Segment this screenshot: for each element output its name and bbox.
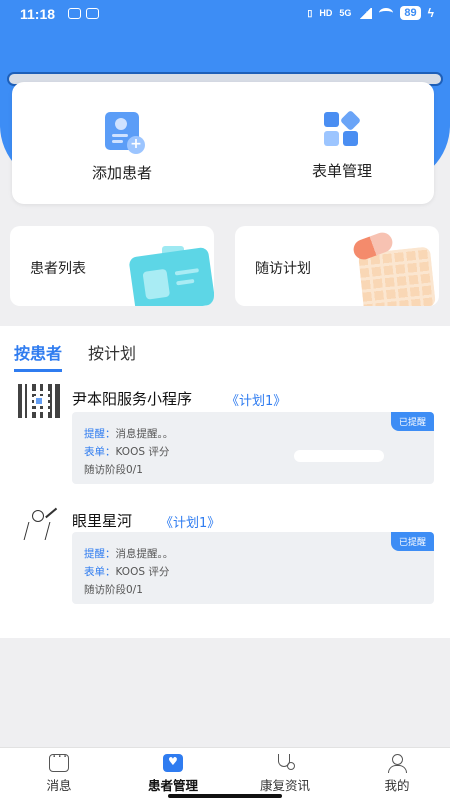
- form-key: 表单：: [84, 566, 116, 578]
- patient-name: 尹本阳服务小程序: [72, 390, 193, 408]
- message-icon: [49, 749, 69, 772]
- nav-messages-label: 消息: [46, 778, 72, 793]
- status-time: 11:18: [20, 6, 56, 22]
- bottom-nav: 消息 患者管理 康复资讯 我的: [0, 747, 450, 800]
- reminder-key: 提醒：: [84, 428, 116, 440]
- patient-plan-link[interactable]: 《计划1》: [160, 512, 220, 531]
- tab-by-patient[interactable]: 按患者: [14, 340, 63, 372]
- nav-rehab-news[interactable]: 康复资讯: [240, 754, 330, 794]
- form-key: 表单：: [84, 446, 116, 458]
- patient-list-panel: 按患者 按计划 尹本阳服务小程序 《计划1》 已提醒 提醒：消息提醒。。 表单：…: [0, 326, 450, 638]
- followup-plan-card[interactable]: 随访计划: [235, 226, 439, 306]
- battery-icon: 89: [400, 6, 421, 20]
- patient-name: 眼里星河: [72, 512, 133, 530]
- stage-row: 随访阶段0/1: [84, 464, 143, 476]
- stethoscope-icon: [275, 754, 295, 772]
- patient-list-label: 患者列表: [30, 261, 86, 277]
- patient-list-card[interactable]: 患者列表: [10, 226, 214, 306]
- status-badge: 已提醒: [390, 532, 434, 551]
- signal-icon: [358, 7, 373, 19]
- network-label: 5G: [339, 8, 352, 18]
- nav-messages[interactable]: 消息: [14, 749, 104, 794]
- nav-patient-manage[interactable]: 患者管理: [128, 754, 218, 794]
- qr-code-icon: [18, 384, 60, 418]
- reminder-value: 消息提醒。。: [115, 428, 174, 440]
- reminder-row: 提醒：消息提醒。。: [84, 426, 173, 441]
- stage-row: 随访阶段0/1: [84, 584, 143, 596]
- app-icon: [86, 8, 99, 19]
- followup-detail: 已提醒 提醒：消息提醒。。 表单：KOOS 评分 随访阶段0/1: [72, 532, 434, 604]
- add-patient-label: 添加患者: [91, 164, 152, 182]
- status-bar: 11:18 ▯ HD 5G 89 ϟ: [0, 0, 450, 30]
- nav-patient-manage-label: 患者管理: [147, 778, 198, 793]
- quick-action-card: + 添加患者 表单管理: [12, 82, 434, 204]
- sketch-avatar-icon: [18, 507, 60, 542]
- form-manage-button[interactable]: 表单管理: [262, 109, 422, 181]
- tab-by-plan[interactable]: 按计划: [88, 340, 136, 372]
- reminder-value: 消息提醒。。: [115, 548, 174, 560]
- home-indicator: [168, 794, 282, 798]
- tab-bar: 按患者 按计划: [14, 340, 136, 372]
- status-right: ▯ HD 5G 89 ϟ: [307, 6, 434, 20]
- wifi-icon: [379, 8, 394, 18]
- progress-placeholder: [294, 450, 384, 462]
- followup-detail: 已提醒 提醒：消息提醒。。 表单：KOOS 评分 随访阶段0/1: [72, 412, 434, 484]
- patient-plan-link[interactable]: 《计划1》: [226, 390, 286, 409]
- nav-profile[interactable]: 我的: [352, 754, 442, 794]
- nav-rehab-news-label: 康复资讯: [259, 778, 310, 793]
- form-row: 表单：KOOS 评分: [84, 444, 169, 459]
- add-patient-icon: +: [105, 112, 145, 154]
- profile-icon: [387, 754, 407, 773]
- vibrate-icon: ▯: [307, 7, 313, 18]
- reminder-row: 提醒：消息提醒。。: [84, 546, 173, 561]
- form-row: 表单：KOOS 评分: [84, 564, 169, 579]
- form-manage-icon: [324, 109, 362, 148]
- followup-plan-label: 随访计划: [255, 261, 311, 277]
- id-card-icon: [128, 246, 214, 306]
- form-manage-label: 表单管理: [311, 162, 372, 180]
- charging-icon: ϟ: [427, 6, 434, 20]
- form-value: KOOS 评分: [115, 566, 170, 578]
- notification-icon: [68, 8, 81, 19]
- patient-manage-icon: [163, 754, 183, 772]
- reminder-key: 提醒：: [84, 548, 116, 560]
- hd-label: HD: [319, 8, 333, 18]
- nav-profile-label: 我的: [384, 778, 410, 793]
- add-patient-button[interactable]: + 添加患者: [42, 112, 202, 183]
- status-badge: 已提醒: [390, 412, 434, 431]
- form-value: KOOS 评分: [115, 446, 170, 458]
